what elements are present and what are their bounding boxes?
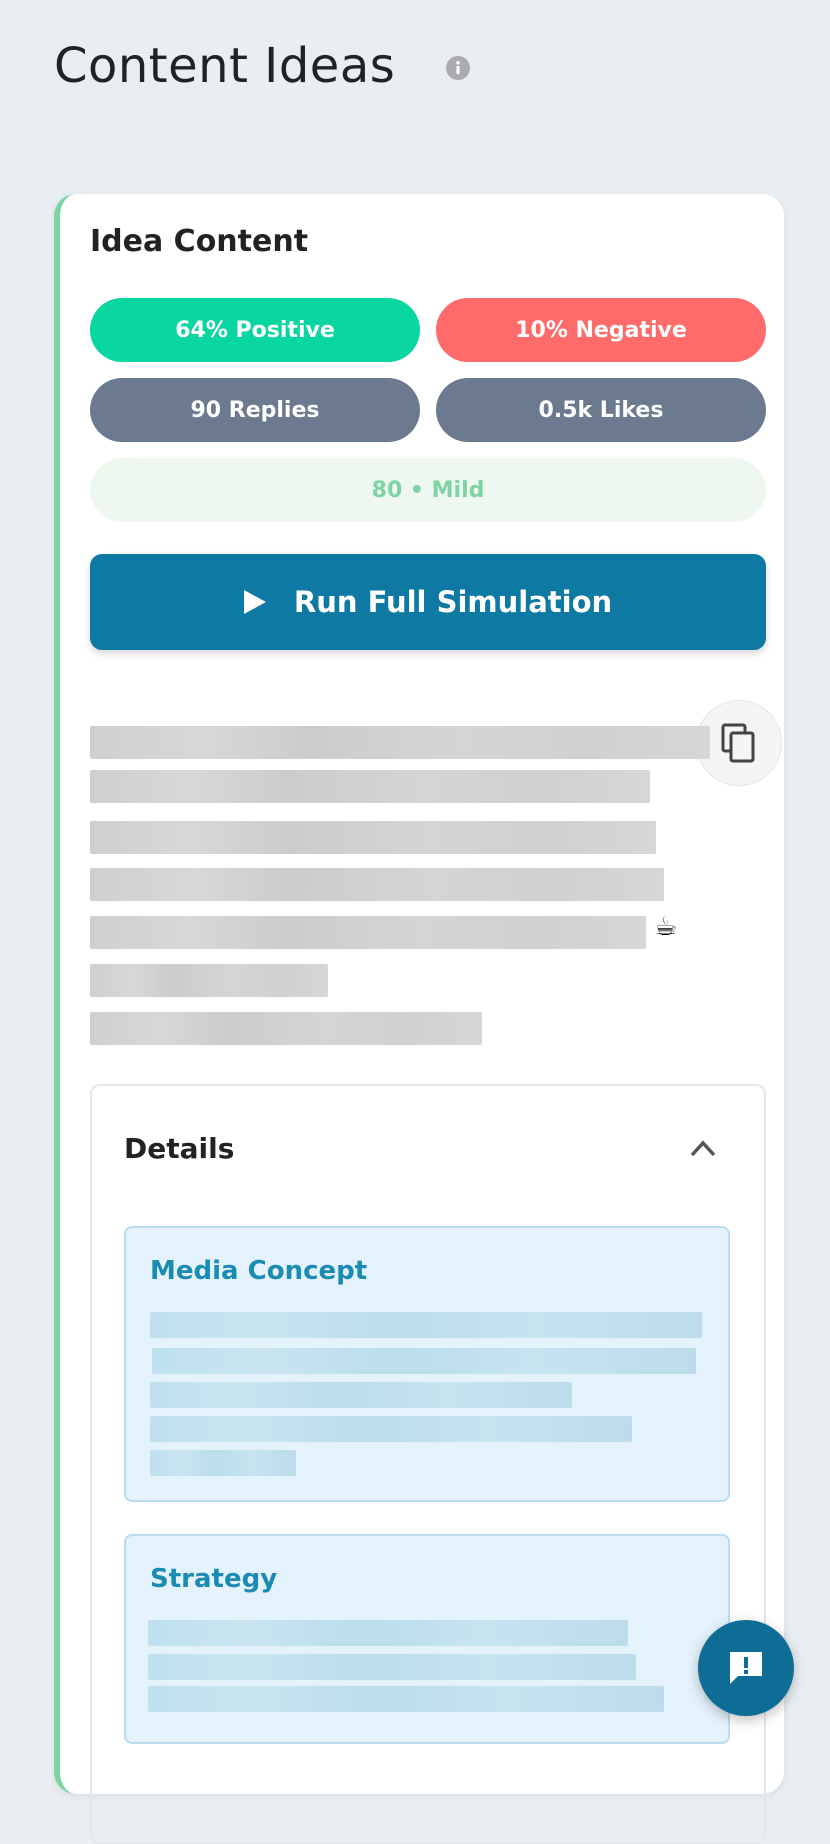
replies-badge: 90 Replies	[90, 378, 420, 442]
card-title: Idea Content	[90, 224, 309, 259]
strategy-section: Strategy	[124, 1534, 730, 1744]
run-simulation-label: Run Full Simulation	[293, 585, 613, 619]
media-concept-section: Media Concept	[124, 1226, 730, 1502]
positive-badge: 64% Positive	[90, 298, 420, 362]
strategy-title: Strategy	[150, 1564, 278, 1594]
chevron-up-icon[interactable]	[688, 1138, 718, 1158]
coffee-emoji: ☕	[654, 912, 678, 942]
page-title: Content Ideas	[54, 38, 396, 94]
run-simulation-button[interactable]: Run Full Simulation	[90, 554, 766, 650]
intensity-badge: 80 • Mild	[90, 458, 766, 522]
copy-icon	[721, 723, 755, 763]
details-panel: Details Media Concept Strategy	[90, 1084, 766, 1844]
negative-badge: 10% Negative	[436, 298, 766, 362]
details-title: Details	[124, 1132, 235, 1165]
media-concept-title: Media Concept	[150, 1256, 368, 1286]
info-icon[interactable]	[446, 56, 470, 80]
idea-card: Idea Content 64% Positive 10% Negative 9…	[54, 194, 784, 1844]
feedback-icon	[730, 1652, 762, 1684]
feedback-button[interactable]	[698, 1620, 794, 1716]
likes-badge: 0.5k Likes	[436, 378, 766, 442]
play-icon	[243, 590, 266, 614]
